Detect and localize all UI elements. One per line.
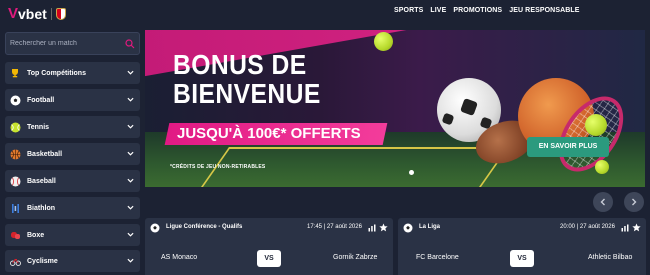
bicycle-icon <box>9 255 21 267</box>
sidebar-item-label: Tennis <box>27 123 50 131</box>
basketball-icon <box>9 148 21 160</box>
banner-title-line-2: BIENVENUE <box>173 78 321 109</box>
sidebar-item-boxing[interactable]: Boxe <box>5 224 140 246</box>
nav-promotions[interactable]: PROMOTIONS <box>453 7 502 14</box>
nav-responsible-gaming[interactable]: JEU RESPONSABLE <box>509 7 579 14</box>
stats-icon[interactable] <box>621 224 629 232</box>
sidebar-item-baseball[interactable]: Baseball <box>5 170 140 192</box>
nav-sports[interactable]: SPORTS <box>394 7 423 14</box>
carousel-indicator-dot[interactable] <box>409 170 414 175</box>
vbet-v-mark: V <box>8 5 18 22</box>
nav-live[interactable]: LIVE <box>430 7 446 14</box>
chevron-right-icon <box>632 198 637 206</box>
learn-more-button[interactable]: EN SAVOIR PLUS <box>527 137 609 157</box>
tennis-ball-image <box>374 32 393 51</box>
match-league: La Liga <box>419 224 441 230</box>
chevron-down-icon <box>127 97 134 102</box>
match-league: Ligue Conférence - Qualifs <box>166 224 243 230</box>
search-box <box>5 32 140 55</box>
sidebar-item-basketball[interactable]: Basketball <box>5 143 140 165</box>
tennis-ball-image <box>595 160 609 174</box>
chevron-left-icon <box>600 198 605 206</box>
tennis-ball-icon <box>9 121 21 133</box>
soccer-ball-icon <box>403 223 413 233</box>
soccer-ball-patch <box>460 98 478 116</box>
sidebar-item-biathlon[interactable]: Biathlon <box>5 197 140 219</box>
main-nav: SPORTS LIVE PROMOTIONS JEU RESPONSABLE <box>394 7 580 14</box>
sidebar-item-label: Baseball <box>27 177 56 185</box>
promo-banner[interactable]: BONUS DE BIENVENUE JUSQU'À 100€* OFFERTS… <box>145 30 645 187</box>
chevron-down-icon <box>127 151 134 156</box>
banner-title-line-1: BONUS DE <box>173 49 307 80</box>
away-team: Athletic Bilbao <box>588 254 633 261</box>
match-time: 17:45 | 27 août 2026 <box>307 224 362 230</box>
sports-sidebar: Top Compétitions Football Tennis Basketb… <box>0 28 145 275</box>
boxing-glove-icon <box>9 229 21 241</box>
club-crest-icon <box>55 7 66 20</box>
baseball-icon <box>9 175 21 187</box>
tennis-ball-image <box>585 114 607 136</box>
chevron-down-icon <box>127 258 134 263</box>
sidebar-item-label: Football <box>27 96 55 104</box>
favorite-star-icon[interactable] <box>632 223 641 232</box>
vbet-logo[interactable]: V vbet <box>8 5 66 22</box>
chevron-down-icon <box>127 124 134 129</box>
sidebar-item-label: Basketball <box>27 150 63 158</box>
soccer-ball-patch <box>441 112 455 126</box>
banner-offer: JUSQU'À 100€* OFFERTS <box>164 123 388 145</box>
brand-name: vbet <box>18 5 47 22</box>
away-team: Gornik Zabrze <box>333 254 378 261</box>
sidebar-item-label: Top Compétitions <box>27 69 86 77</box>
match-card[interactable]: Ligue Conférence - Qualifs 17:45 | 27 ao… <box>145 218 393 275</box>
home-team: FC Barcelone <box>416 254 459 261</box>
banner-disclaimer: *CRÉDITS DE JEU NON-RETIRABLES <box>170 164 266 170</box>
vs-badge: VS <box>510 250 534 267</box>
vs-badge: VS <box>257 250 281 267</box>
sidebar-item-label: Cyclisme <box>27 257 58 265</box>
biathlon-icon <box>9 202 21 214</box>
sidebar-item-label: Biathlon <box>27 204 55 212</box>
sidebar-item-tennis[interactable]: Tennis <box>5 116 140 138</box>
soccer-ball-icon <box>9 94 21 106</box>
top-header: V vbet SPORTS LIVE PROMOTIONS JEU RESPON… <box>0 0 650 28</box>
match-card[interactable]: La Liga 20:00 | 27 août 2026 FC Barcelon… <box>398 218 646 275</box>
sidebar-item-label: Boxe <box>27 231 45 239</box>
sidebar-item-cycling[interactable]: Cyclisme <box>5 250 140 272</box>
sidebar-item-top-competitions[interactable]: Top Compétitions <box>5 62 140 84</box>
chevron-down-icon <box>127 232 134 237</box>
carousel-prev-button[interactable] <box>593 192 613 212</box>
search-input[interactable] <box>6 33 124 54</box>
trophy-icon <box>9 67 21 79</box>
match-time: 20:00 | 27 août 2026 <box>560 224 615 230</box>
logo-divider <box>50 7 52 20</box>
soccer-ball-icon <box>150 223 160 233</box>
search-icon[interactable] <box>125 39 135 49</box>
carousel-next-button[interactable] <box>624 192 644 212</box>
home-team: AS Monaco <box>161 254 198 261</box>
favorite-star-icon[interactable] <box>379 223 388 232</box>
sidebar-item-football[interactable]: Football <box>5 89 140 111</box>
chevron-down-icon <box>127 178 134 183</box>
chevron-down-icon <box>127 205 134 210</box>
banner-offer-text: JUSQU'À 100€* OFFERTS <box>177 125 361 142</box>
chevron-down-icon <box>127 70 134 75</box>
banner-title: BONUS DE BIENVENUE <box>173 50 321 108</box>
stats-icon[interactable] <box>368 224 376 232</box>
